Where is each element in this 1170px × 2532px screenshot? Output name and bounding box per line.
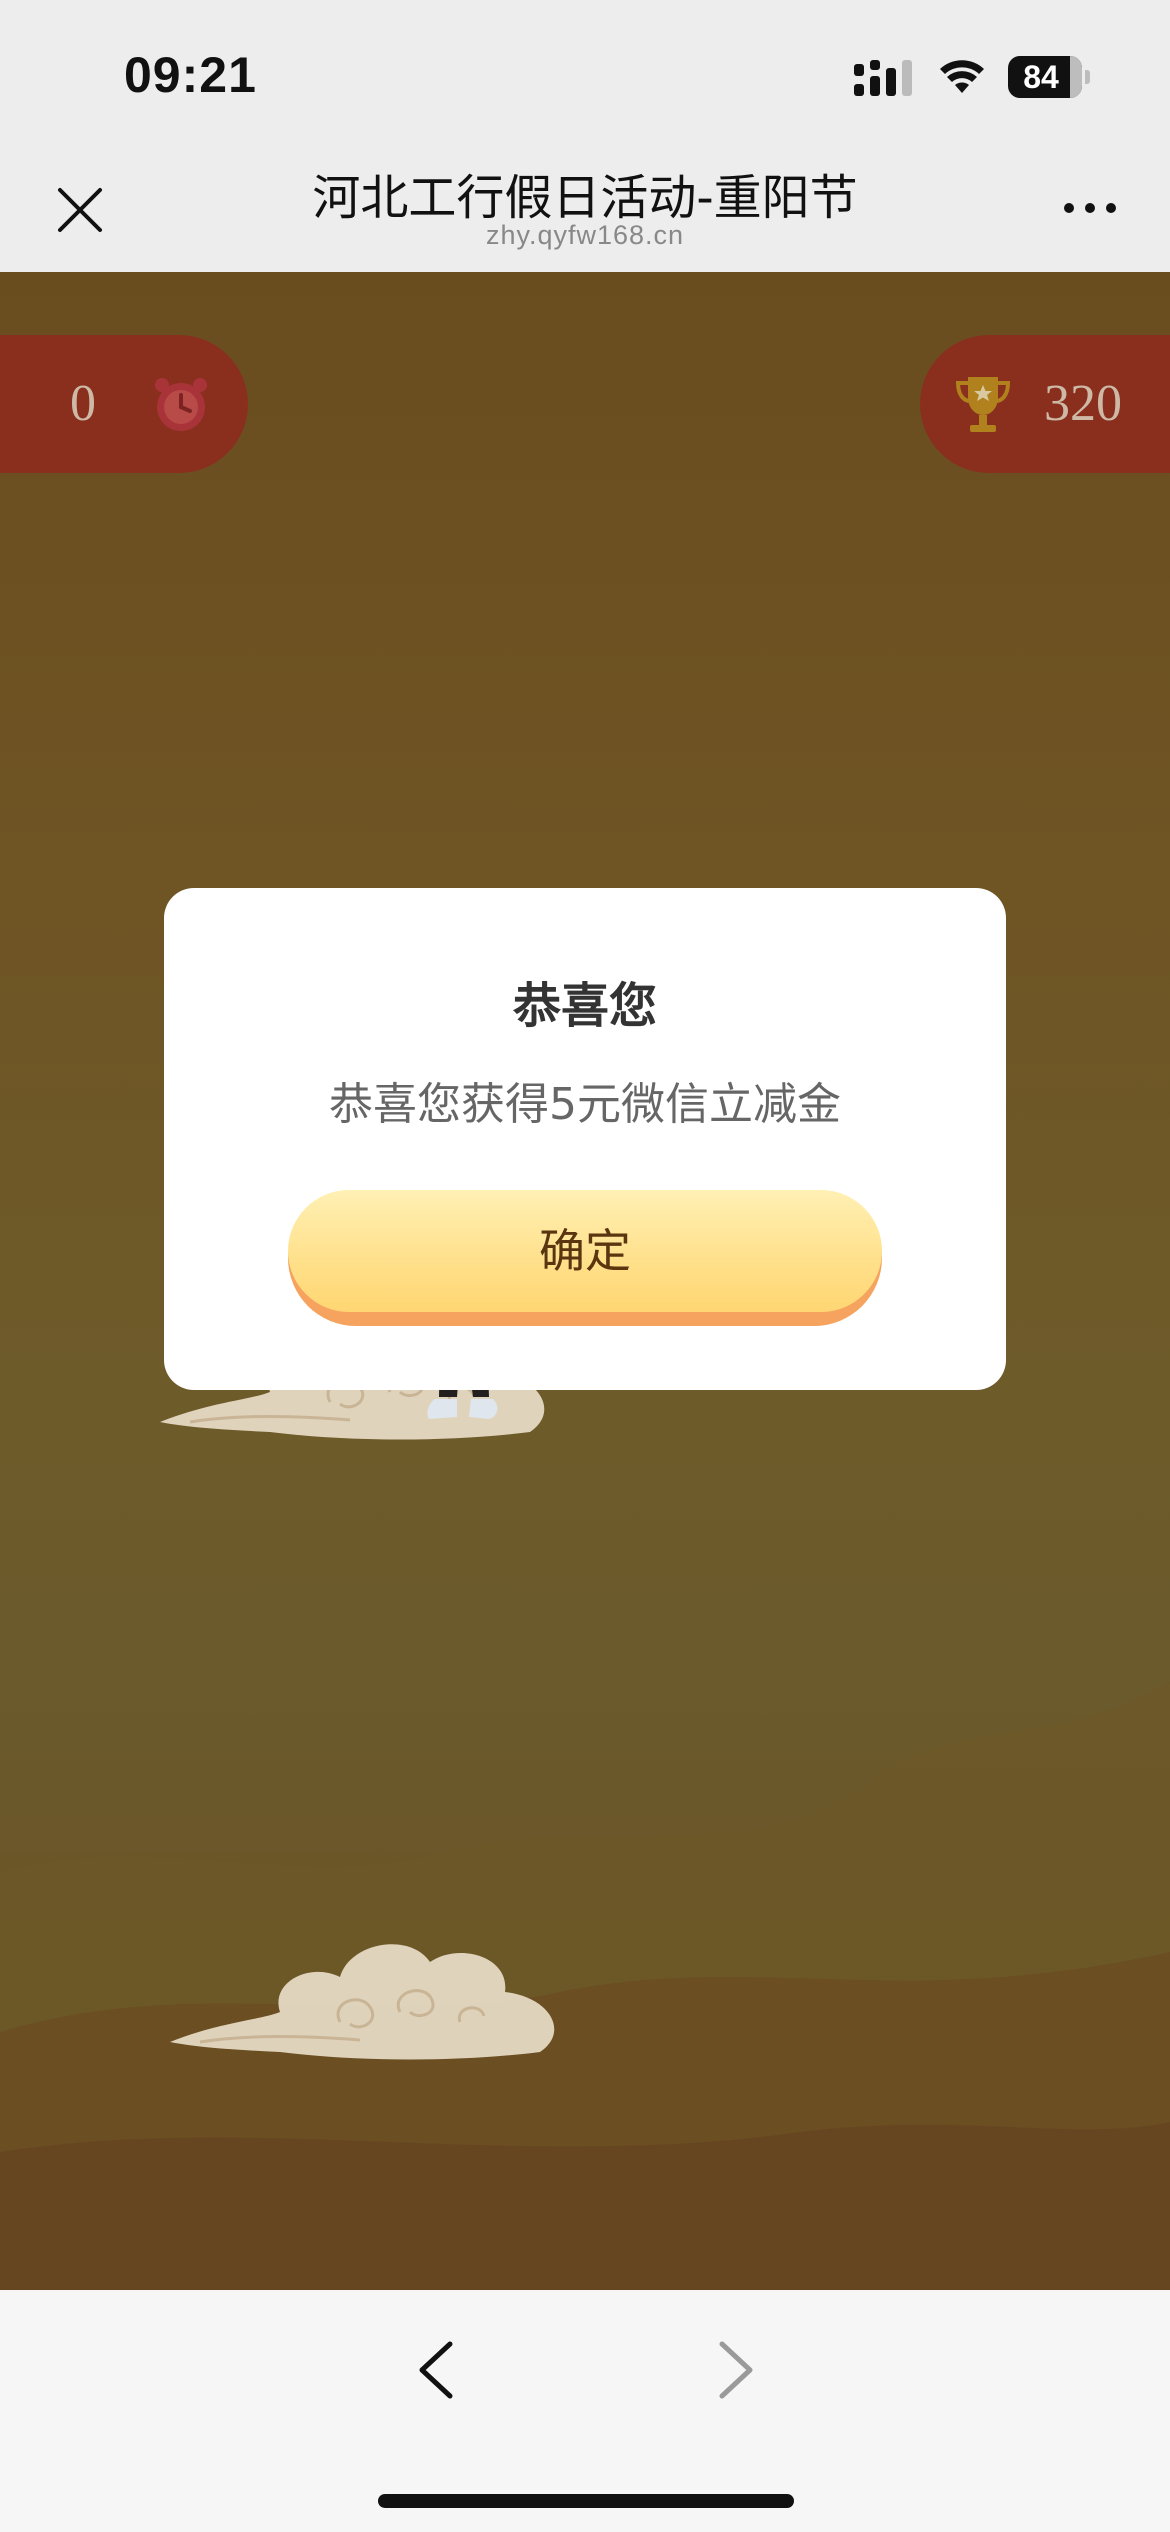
- confirm-button[interactable]: 确定: [288, 1190, 882, 1326]
- cloud: [170, 1944, 555, 2060]
- wifi-icon: [940, 60, 984, 93]
- signal-icon: [854, 60, 912, 96]
- battery-icon: 84: [1008, 56, 1090, 98]
- status-bar: 09:21 84: [0, 0, 1170, 140]
- forward-icon[interactable]: [700, 2330, 770, 2410]
- dialog-message: 恭喜您获得5元微信立减金: [329, 1079, 841, 1130]
- page-domain: zhy.qyfw168.cn: [485, 220, 685, 250]
- timer-counter: 0: [0, 335, 248, 473]
- timer-value: 0: [70, 375, 96, 432]
- browser-nav-bar: 河北工行假日活动-重阳节 zhy.qyfw168.cn: [0, 140, 1170, 272]
- page-title: 河北工行假日活动-重阳节: [312, 170, 858, 226]
- close-icon[interactable]: [50, 180, 110, 240]
- trophy-icon: [955, 377, 1011, 432]
- score-value: 320: [1044, 375, 1122, 432]
- home-indicator: [378, 2494, 794, 2508]
- clock-icon: [155, 378, 207, 431]
- reward-dialog: 恭喜您 恭喜您获得5元微信立减金 确定: [164, 888, 1006, 1390]
- confirm-button-label: 确定: [288, 1190, 882, 1312]
- dialog-title: 恭喜您: [512, 978, 657, 1034]
- more-icon[interactable]: [1060, 196, 1120, 220]
- game-area: 0 320 恭喜您 恭喜您获得5元微信立减金 确定: [0, 272, 1170, 2290]
- browser-bottom-bar: [0, 2290, 1170, 2532]
- back-icon[interactable]: [400, 2330, 470, 2410]
- battery-level: 84: [1023, 59, 1059, 95]
- score-counter: 320: [920, 335, 1170, 473]
- status-time: 09:21: [124, 47, 257, 103]
